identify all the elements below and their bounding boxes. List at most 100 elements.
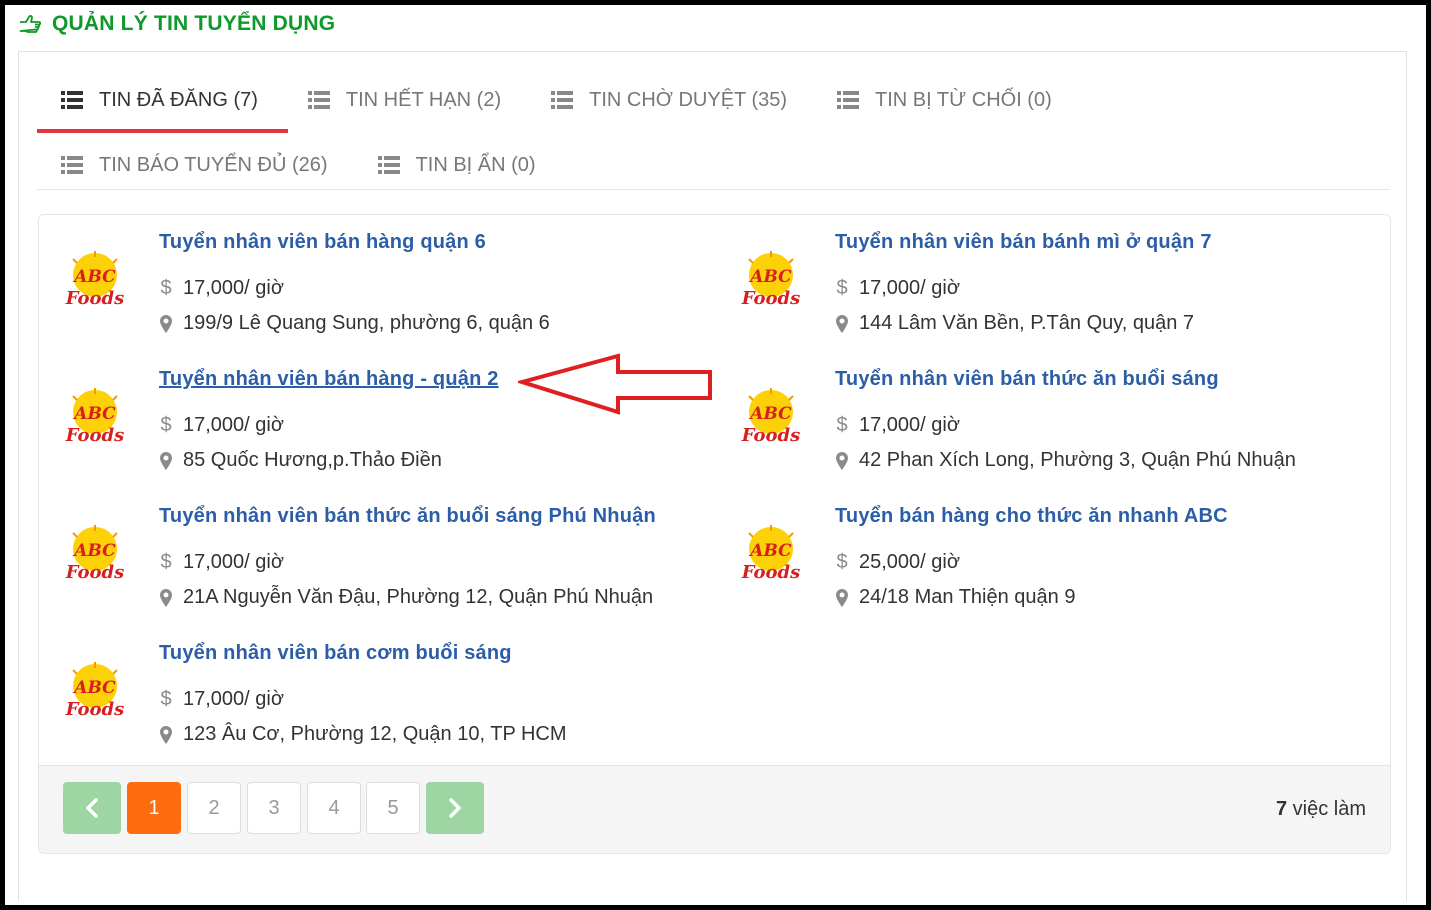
address-text: 144 Lâm Văn Bền, P.Tân Quy, quận 7 bbox=[859, 312, 1195, 334]
tab-rejected[interactable]: TIN BỊ TỪ CHỐI (0) bbox=[837, 80, 1052, 120]
logo-text-top: ABC bbox=[72, 404, 116, 424]
job-address: 42 Phan Xích Long, Phường 3, Quận Phú Nh… bbox=[835, 449, 1296, 472]
job-item: ABC Foods Tuyển nhân viên bán cơm buổi s… bbox=[49, 640, 709, 760]
page-button-2[interactable]: 2 bbox=[187, 782, 241, 834]
job-address: 123 Âu Cơ, Phường 12, Quận 10, TP HCM bbox=[159, 723, 567, 746]
address-text: 123 Âu Cơ, Phường 12, Quận 10, TP HCM bbox=[183, 723, 567, 745]
company-logo: ABC Foods bbox=[65, 388, 125, 446]
active-tab-indicator bbox=[37, 129, 288, 133]
tab-pending[interactable]: TIN CHỜ DUYỆT (35) bbox=[551, 80, 787, 120]
map-marker-icon bbox=[835, 451, 849, 470]
job-address: 199/9 Lê Quang Sung, phường 6, quận 6 bbox=[159, 312, 550, 335]
logo-text-top: ABC bbox=[72, 678, 116, 698]
job-title-link[interactable]: Tuyển nhân viên bán thức ăn buổi sáng Ph… bbox=[159, 505, 656, 528]
tab-label: TIN BỊ TỪ CHỐI (0) bbox=[875, 88, 1052, 111]
address-text: 42 Phan Xích Long, Phường 3, Quận Phú Nh… bbox=[859, 449, 1296, 471]
job-address: 24/18 Man Thiện quận 9 bbox=[835, 586, 1075, 609]
page-button-1[interactable]: 1 bbox=[127, 782, 181, 834]
dollar-icon: $ bbox=[160, 277, 172, 299]
salary-text: 17,000/ giờ bbox=[859, 277, 960, 299]
job-salary: $25,000/ giờ bbox=[835, 551, 960, 574]
address-text: 85 Quốc Hương,p.Thảo Điền bbox=[183, 449, 442, 471]
job-salary: $17,000/ giờ bbox=[835, 414, 960, 437]
job-address: 144 Lâm Văn Bền, P.Tân Quy, quận 7 bbox=[835, 312, 1194, 335]
map-marker-icon bbox=[835, 314, 849, 333]
dollar-icon: $ bbox=[836, 551, 848, 573]
job-list: ABC Foods Tuyển nhân viên bán hàng quận … bbox=[38, 214, 1391, 854]
list-icon bbox=[61, 91, 83, 109]
job-title-link[interactable]: Tuyển nhân viên bán hàng quận 6 bbox=[159, 231, 486, 254]
salary-text: 17,000/ giờ bbox=[183, 551, 284, 573]
tab-label: TIN ĐÃ ĐĂNG (7) bbox=[99, 88, 258, 111]
page-button-5[interactable]: 5 bbox=[366, 782, 420, 834]
company-logo: ABC Foods bbox=[65, 662, 125, 720]
map-marker-icon bbox=[159, 314, 173, 333]
job-item: ABC Foods Tuyển nhân viên bán thức ăn bu… bbox=[725, 366, 1385, 486]
logo-text-top: ABC bbox=[748, 541, 792, 561]
salary-text: 25,000/ giờ bbox=[859, 551, 960, 573]
tab-label: TIN CHỜ DUYỆT (35) bbox=[589, 88, 788, 111]
job-item: ABC Foods Tuyển bán hàng cho thức ăn nha… bbox=[725, 503, 1385, 623]
tab-label: TIN HẾT HẠN (2) bbox=[345, 88, 502, 111]
list-icon bbox=[377, 156, 400, 174]
job-count-label: việc làm bbox=[1287, 798, 1366, 820]
list-icon bbox=[307, 91, 330, 109]
job-title-link[interactable]: Tuyển nhân viên bán cơm buổi sáng bbox=[159, 642, 512, 665]
tab-label: TIN BÁO TUYỂN ĐỦ (26) bbox=[99, 153, 328, 176]
chevron-right-icon bbox=[449, 798, 461, 818]
company-logo: ABC Foods bbox=[741, 388, 800, 446]
dollar-icon: $ bbox=[836, 277, 848, 299]
job-address: 21A Nguyễn Văn Đậu, Phường 12, Quận Phú … bbox=[159, 586, 653, 609]
company-logo: ABC Foods bbox=[741, 251, 801, 309]
job-title-link[interactable]: Tuyển bán hàng cho thức ăn nhanh ABC bbox=[835, 505, 1228, 528]
page-title: QUẢN LÝ TIN TUYỂN DỤNG bbox=[52, 12, 336, 35]
logo-text-bottom: Foods bbox=[741, 288, 801, 309]
list-icon bbox=[61, 156, 83, 174]
tab-posted[interactable]: TIN ĐÃ ĐĂNG (7) bbox=[61, 80, 258, 120]
map-marker-icon bbox=[159, 451, 173, 470]
job-salary: $17,000/ giờ bbox=[159, 551, 284, 574]
tabs-row-1: TIN ĐÃ ĐĂNG (7) TIN HẾT HẠN (2) TIN CHỜ … bbox=[37, 80, 1052, 120]
tab-hidden[interactable]: TIN BỊ ẨN (0) bbox=[377, 145, 536, 185]
salary-text: 17,000/ giờ bbox=[183, 688, 284, 710]
salary-text: 17,000/ giờ bbox=[183, 277, 284, 299]
job-title-link[interactable]: Tuyển nhân viên bán bánh mì ở quận 7 bbox=[835, 231, 1212, 254]
tab-filled[interactable]: TIN BÁO TUYỂN ĐỦ (26) bbox=[61, 145, 328, 185]
logo-text-top: ABC bbox=[72, 267, 116, 287]
salary-text: 17,000/ giờ bbox=[183, 414, 284, 436]
company-logo: ABC Foods bbox=[65, 251, 125, 309]
hand-pointer-icon bbox=[19, 15, 42, 33]
annotation-arrow-icon bbox=[518, 353, 712, 415]
job-count-number: 7 bbox=[1275, 798, 1288, 820]
next-page-button[interactable] bbox=[426, 782, 484, 834]
page-button-3[interactable]: 3 bbox=[247, 782, 301, 834]
logo-text-bottom: Foods bbox=[65, 562, 125, 583]
job-address: 85 Quốc Hương,p.Thảo Điền bbox=[159, 449, 442, 472]
company-logo: ABC Foods bbox=[741, 525, 801, 583]
map-marker-icon bbox=[159, 588, 173, 607]
page-header: QUẢN LÝ TIN TUYỂN DỤNG bbox=[18, 10, 335, 38]
content-card: TIN ĐÃ ĐĂNG (7) TIN HẾT HẠN (2) TIN CHỜ … bbox=[18, 51, 1407, 901]
job-title-link[interactable]: Tuyển nhân viên bán thức ăn buổi sáng bbox=[835, 368, 1219, 391]
list-icon bbox=[551, 91, 574, 109]
tab-expired[interactable]: TIN HẾT HẠN (2) bbox=[307, 80, 502, 120]
prev-page-button[interactable] bbox=[63, 782, 121, 834]
chevron-left-icon bbox=[86, 798, 98, 818]
map-marker-icon bbox=[159, 725, 173, 744]
job-item: ABC Foods Tuyển nhân viên bán hàng quận … bbox=[49, 229, 709, 349]
tabs-divider bbox=[37, 189, 1390, 190]
job-salary: $17,000/ giờ bbox=[159, 414, 284, 437]
logo-text-bottom: Foods bbox=[65, 425, 125, 446]
dollar-icon: $ bbox=[160, 551, 172, 573]
page-button-4[interactable]: 4 bbox=[307, 782, 361, 834]
company-logo: ABC Foods bbox=[65, 525, 125, 583]
logo-text-bottom: Foods bbox=[65, 288, 125, 309]
address-text: 24/18 Man Thiện quận 9 bbox=[859, 586, 1076, 608]
dollar-icon: $ bbox=[836, 414, 848, 436]
job-title-link[interactable]: Tuyển nhân viên bán hàng - quận 2 bbox=[159, 368, 499, 391]
logo-text-bottom: Foods bbox=[65, 699, 125, 720]
salary-text: 17,000/ giờ bbox=[859, 414, 960, 436]
job-salary: $17,000/ giờ bbox=[159, 688, 284, 711]
job-item: ABC Foods Tuyển nhân viên bán thức ăn bu… bbox=[49, 503, 709, 623]
logo-text-bottom: Foods bbox=[741, 562, 801, 583]
